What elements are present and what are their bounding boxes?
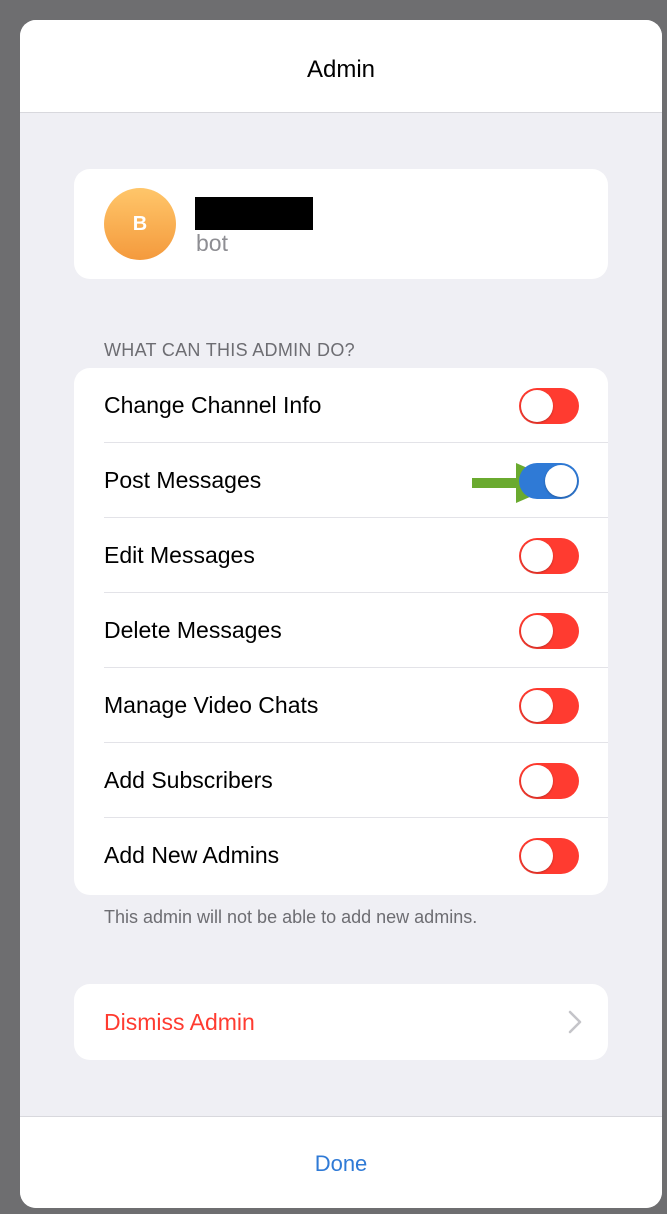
permission-row-change-channel-info: Change Channel Info — [74, 368, 608, 443]
add-new-admins-toggle[interactable] — [519, 838, 579, 874]
toggle-knob — [545, 465, 577, 497]
manage-video-chats-toggle[interactable] — [519, 688, 579, 724]
permission-label: Change Channel Info — [104, 392, 322, 418]
edit-messages-toggle[interactable] — [519, 538, 579, 574]
permission-row-edit-messages: Edit Messages — [74, 518, 608, 593]
change-channel-info-toggle[interactable] — [519, 388, 579, 424]
permission-label: Delete Messages — [104, 617, 282, 643]
permission-label: Add Subscribers — [104, 767, 273, 793]
toggle-knob — [521, 390, 553, 422]
permission-label: Edit Messages — [104, 542, 255, 568]
done-button[interactable]: Done — [20, 1151, 662, 1177]
permission-label: Add New Admins — [104, 842, 280, 868]
permission-row-add-new-admins: Add New Admins — [74, 818, 608, 893]
toggle-knob — [521, 765, 553, 797]
permission-label: Manage Video Chats — [104, 692, 319, 718]
dismiss-admin-label: Dismiss Admin — [104, 1009, 255, 1035]
dismiss-admin-button[interactable]: Dismiss Admin — [74, 984, 608, 1060]
user-card: B bot — [74, 169, 608, 279]
navigation-bar: Admin — [20, 20, 662, 113]
chevron-right-icon — [568, 1010, 582, 1034]
permissions-footer-note: This admin will not be able to add new a… — [104, 907, 478, 927]
permissions-list: Change Channel Info Post Messages Edit M… — [74, 368, 608, 895]
permission-row-post-messages: Post Messages — [74, 443, 608, 518]
admin-sheet: Admin B bot WHAT CAN THIS ADMIN DO? Chan… — [20, 20, 662, 1208]
avatar: B — [104, 188, 176, 260]
toggle-knob — [521, 840, 553, 872]
redacted-name — [195, 197, 313, 230]
permission-row-manage-video-chats: Manage Video Chats — [74, 668, 608, 743]
page-title: Admin — [306, 56, 376, 83]
toggle-knob — [521, 615, 553, 647]
delete-messages-toggle[interactable] — [519, 613, 579, 649]
bottom-bar: Done — [20, 1116, 662, 1208]
user-subtitle: bot — [196, 230, 228, 256]
toggle-knob — [521, 690, 553, 722]
add-subscribers-toggle[interactable] — [519, 763, 579, 799]
post-messages-toggle[interactable] — [519, 463, 579, 499]
permission-label: Post Messages — [104, 467, 262, 493]
permission-row-delete-messages: Delete Messages — [74, 593, 608, 668]
permissions-header: WHAT CAN THIS ADMIN DO? — [104, 340, 355, 360]
permission-row-add-subscribers: Add Subscribers — [74, 743, 608, 818]
toggle-knob — [521, 540, 553, 572]
